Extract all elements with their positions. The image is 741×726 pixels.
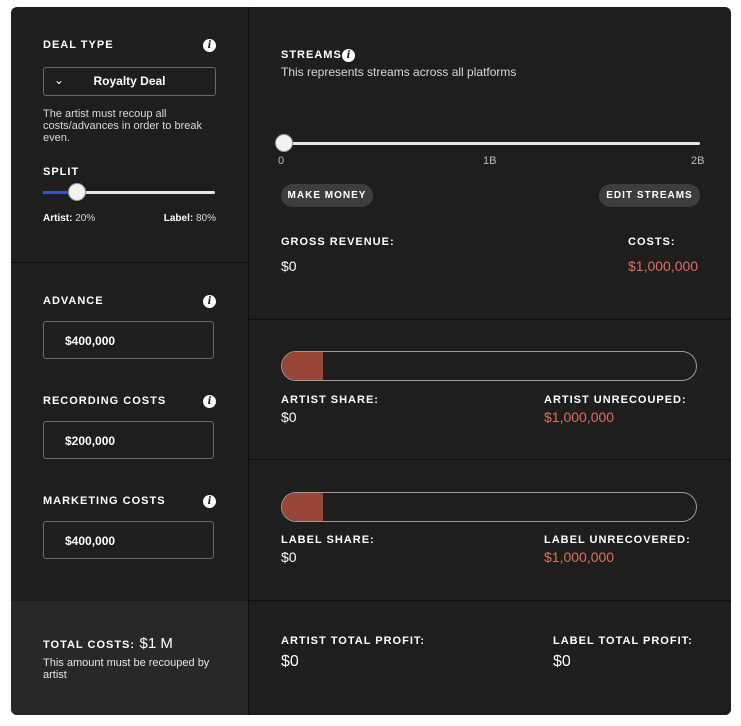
streams-slider[interactable]: [276, 135, 700, 151]
artist-share-label: ARTIST SHARE:: [281, 394, 379, 406]
total-costs-value: $1 M: [139, 635, 173, 652]
label-share-value: $0: [281, 549, 297, 565]
artist-recoup-bar-fill: [282, 352, 324, 380]
label-share-label: LABEL SHARE:: [281, 534, 375, 546]
deal-type-value: Royalty Deal: [93, 74, 166, 88]
total-costs-line: TOTAL COSTS: $1 M: [43, 635, 173, 653]
label-recover-bar: [281, 492, 697, 522]
marketing-costs-input[interactable]: $400,000: [43, 521, 214, 559]
split-label-text: Label: 80%: [164, 213, 216, 224]
deal-type-select[interactable]: ⌄ Royalty Deal: [43, 67, 216, 96]
streams-subtitle: This represents streams across all platf…: [281, 65, 517, 79]
edit-streams-button[interactable]: EDIT STREAMS: [599, 184, 700, 207]
streams-slider-handle[interactable]: [276, 135, 292, 151]
split-slider-handle[interactable]: [69, 184, 86, 200]
split-label-value: 80%: [195, 213, 216, 224]
deal-type-info-icon[interactable]: i: [203, 39, 216, 52]
make-money-button[interactable]: MAKE MONEY: [281, 184, 373, 207]
marketing-costs-label: MARKETING COSTS: [43, 495, 166, 507]
deal-type-label: DEAL TYPE: [43, 39, 114, 51]
advance-input[interactable]: $400,000: [43, 321, 214, 359]
label-total-profit-label: LABEL TOTAL PROFIT:: [553, 635, 693, 647]
split-artist-value: 20%: [75, 213, 96, 224]
artist-unrecouped-value: $1,000,000: [544, 409, 615, 425]
right-column: STREAMS i This represents streams across…: [249, 7, 731, 715]
streams-tick-min: 0: [278, 155, 285, 167]
gross-revenue-label: GROSS REVENUE:: [281, 236, 395, 248]
marketing-costs-info-icon[interactable]: i: [203, 495, 216, 508]
total-costs-label: TOTAL COSTS:: [43, 639, 136, 651]
calculator-panel: DEAL TYPE i ⌄ Royalty Deal The artist mu…: [11, 7, 731, 715]
profit-footer: ARTIST TOTAL PROFIT: $0 LABEL TOTAL PROF…: [249, 601, 731, 715]
split-artist-text: Artist: 20%: [43, 213, 95, 224]
deal-type-note: The artist must recoup all costs/advance…: [43, 108, 202, 144]
label-recover-bar-fill: [282, 493, 324, 521]
costs-label: COSTS:: [628, 236, 676, 248]
total-costs-note: This amount must be recouped by artist: [43, 657, 210, 681]
gross-revenue-value: $0: [281, 258, 297, 274]
costs-value: $1,000,000: [628, 258, 699, 274]
artist-recoup-bar: [281, 351, 697, 381]
recording-costs-info-icon[interactable]: i: [203, 395, 216, 408]
advance-info-icon[interactable]: i: [203, 295, 216, 308]
streams-tick-mid: 1B: [483, 155, 497, 167]
total-costs-footer: TOTAL COSTS: $1 M This amount must be re…: [11, 601, 248, 715]
recording-costs-input[interactable]: $200,000: [43, 421, 214, 459]
recording-costs-label: RECORDING COSTS: [43, 395, 167, 407]
split-artist-prefix: Artist:: [43, 213, 73, 224]
artist-unrecouped-label: ARTIST UNRECOUPED:: [544, 394, 687, 406]
advance-label: ADVANCE: [43, 295, 104, 307]
streams-tick-max: 2B: [691, 155, 705, 167]
label-total-profit-value: $0: [553, 653, 571, 670]
split-label: SPLIT: [43, 166, 80, 178]
left-column: DEAL TYPE i ⌄ Royalty Deal The artist mu…: [11, 7, 249, 715]
streams-label: STREAMS: [281, 49, 342, 61]
split-slider[interactable]: [43, 184, 215, 200]
streams-info-icon[interactable]: i: [342, 49, 355, 62]
divider: [249, 319, 731, 320]
artist-total-profit-label: ARTIST TOTAL PROFIT:: [281, 635, 426, 647]
label-unrecovered-label: LABEL UNRECOVERED:: [544, 534, 691, 546]
divider: [11, 262, 248, 263]
divider: [249, 459, 731, 460]
split-label-prefix: Label:: [163, 213, 194, 224]
artist-total-profit-value: $0: [281, 653, 299, 670]
artist-share-value: $0: [281, 409, 297, 425]
label-unrecovered-value: $1,000,000: [544, 549, 615, 565]
